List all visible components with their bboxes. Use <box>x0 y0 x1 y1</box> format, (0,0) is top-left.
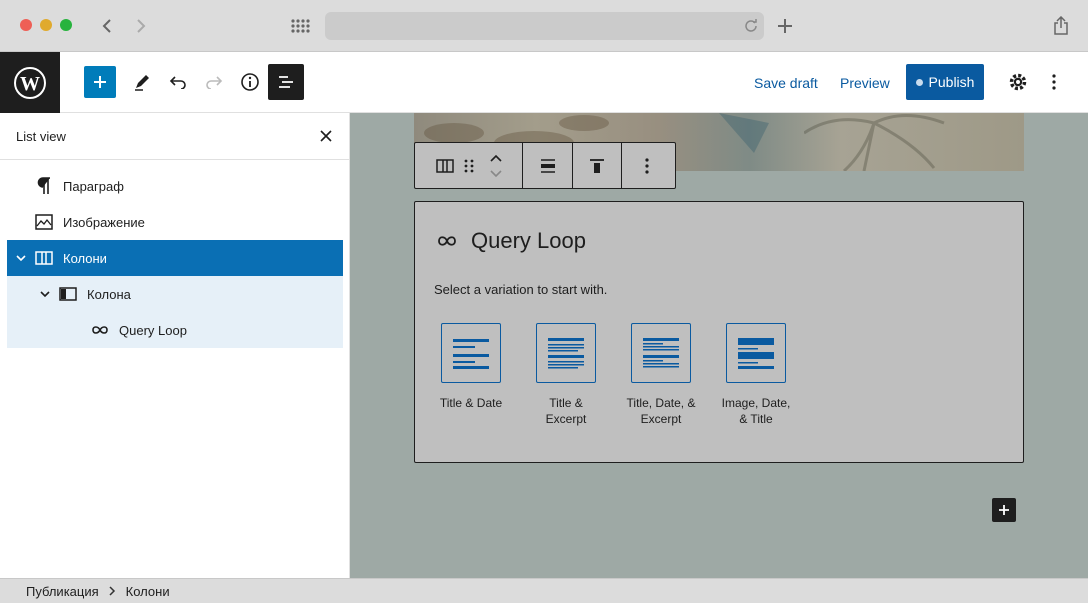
editor-header: W Save draft Preview Publish <box>0 52 1088 113</box>
new-tab-icon[interactable] <box>772 13 798 39</box>
block-type-group <box>415 143 523 188</box>
title-excerpt-pattern-icon <box>536 323 596 383</box>
browser-toolbar <box>0 0 1088 52</box>
list-item-query-loop[interactable]: Query Loop <box>7 312 343 348</box>
grid-apps-icon[interactable] <box>287 13 313 39</box>
editor-canvas: Query Loop Select a variation to start w… <box>350 113 1088 578</box>
image-date-title-pattern-icon <box>726 323 786 383</box>
publish-button[interactable]: Publish <box>906 64 984 100</box>
forward-icon[interactable] <box>128 13 154 39</box>
align-button[interactable] <box>523 143 573 188</box>
variation-label-line2: Excerpt <box>640 412 682 426</box>
reload-icon[interactable] <box>744 18 758 37</box>
close-icon[interactable] <box>317 127 335 145</box>
save-draft-button[interactable]: Save draft <box>754 52 818 113</box>
chevron-down-icon[interactable] <box>13 254 29 262</box>
vertical-align-button[interactable] <box>573 143 622 188</box>
more-vertical-icon <box>644 157 649 174</box>
list-item-columns[interactable]: Колони <box>7 240 343 276</box>
address-bar[interactable] <box>325 12 764 40</box>
publish-status-dot <box>915 78 923 86</box>
list-item-label: Колони <box>63 250 107 266</box>
list-view-panel: List view Параграф Изображение Колони Ко… <box>0 113 350 578</box>
share-icon[interactable] <box>1048 13 1074 39</box>
minimize-window-button[interactable] <box>40 19 52 31</box>
list-view-header: List view <box>0 113 349 160</box>
list-item-label: Query Loop <box>119 322 187 338</box>
list-view-toggle-button[interactable] <box>268 64 304 100</box>
breadcrumb: Публикация Колони <box>0 578 1088 603</box>
edit-pencil-icon[interactable] <box>126 66 158 98</box>
variation-label: Title & Date <box>439 396 503 410</box>
add-block-button[interactable] <box>84 66 116 98</box>
list-item-paragraph[interactable]: Параграф <box>7 168 343 204</box>
publish-label: Publish <box>928 74 975 90</box>
redo-icon[interactable] <box>198 66 230 98</box>
variation-image-date-title[interactable]: Image, Date, & Title <box>706 323 806 427</box>
wordpress-logo-icon[interactable]: W <box>0 52 60 113</box>
svg-text:W: W <box>20 73 40 95</box>
image-icon <box>33 211 55 233</box>
query-loop-heading: Query Loop <box>437 228 586 254</box>
list-item-label: Параграф <box>63 178 124 194</box>
column-icon <box>57 283 79 305</box>
columns-block-icon[interactable] <box>435 158 454 173</box>
title-date-pattern-icon <box>441 323 501 383</box>
align-wide-icon <box>540 158 555 173</box>
columns-icon <box>33 247 55 269</box>
move-down-icon[interactable] <box>489 169 502 178</box>
variation-title-date[interactable]: Title & Date <box>421 323 521 411</box>
add-block-inline-button[interactable] <box>992 498 1016 522</box>
query-loop-placeholder: Query Loop Select a variation to start w… <box>414 201 1024 463</box>
undo-icon[interactable] <box>162 66 194 98</box>
list-item-column[interactable]: Колона <box>7 276 343 312</box>
list-item-image[interactable]: Изображение <box>7 204 343 240</box>
back-icon[interactable] <box>94 13 120 39</box>
breadcrumb-item-columns[interactable]: Колони <box>126 584 170 599</box>
variation-title-excerpt[interactable]: Title & Excerpt <box>516 323 616 427</box>
block-options-button[interactable] <box>622 143 671 188</box>
list-view-title: List view <box>16 128 66 144</box>
close-window-button[interactable] <box>20 19 32 31</box>
settings-gear-icon[interactable] <box>1002 66 1034 98</box>
list-item-label: Изображение <box>63 214 145 230</box>
preview-button[interactable]: Preview <box>840 52 890 113</box>
variation-title-date-excerpt[interactable]: Title, Date, & Excerpt <box>611 323 711 427</box>
list-item-label: Колона <box>87 286 131 302</box>
title-date-excerpt-pattern-icon <box>631 323 691 383</box>
variation-label-line2: & Title <box>739 412 773 426</box>
breadcrumb-item-post[interactable]: Публикация <box>26 584 99 599</box>
maximize-window-button[interactable] <box>60 19 72 31</box>
move-arrows <box>489 154 502 178</box>
query-loop-description: Select a variation to start with. <box>434 282 608 297</box>
loop-icon <box>437 235 457 247</box>
align-top-icon <box>590 158 604 173</box>
more-options-icon[interactable] <box>1038 66 1070 98</box>
variation-label: Title, Date, & <box>626 396 696 410</box>
block-toolbar <box>414 142 676 189</box>
variation-label-line2: Excerpt <box>545 412 587 426</box>
move-up-icon[interactable] <box>489 154 502 162</box>
drag-handle-icon[interactable] <box>464 159 474 173</box>
variation-label: Title & <box>549 396 583 410</box>
variation-label: Image, Date, <box>721 396 791 410</box>
chevron-down-icon[interactable] <box>37 290 53 298</box>
query-loop-title: Query Loop <box>471 228 586 253</box>
chevron-right-icon <box>109 584 116 599</box>
paragraph-icon <box>33 175 55 197</box>
loop-icon <box>89 319 111 341</box>
details-info-icon[interactable] <box>234 66 266 98</box>
